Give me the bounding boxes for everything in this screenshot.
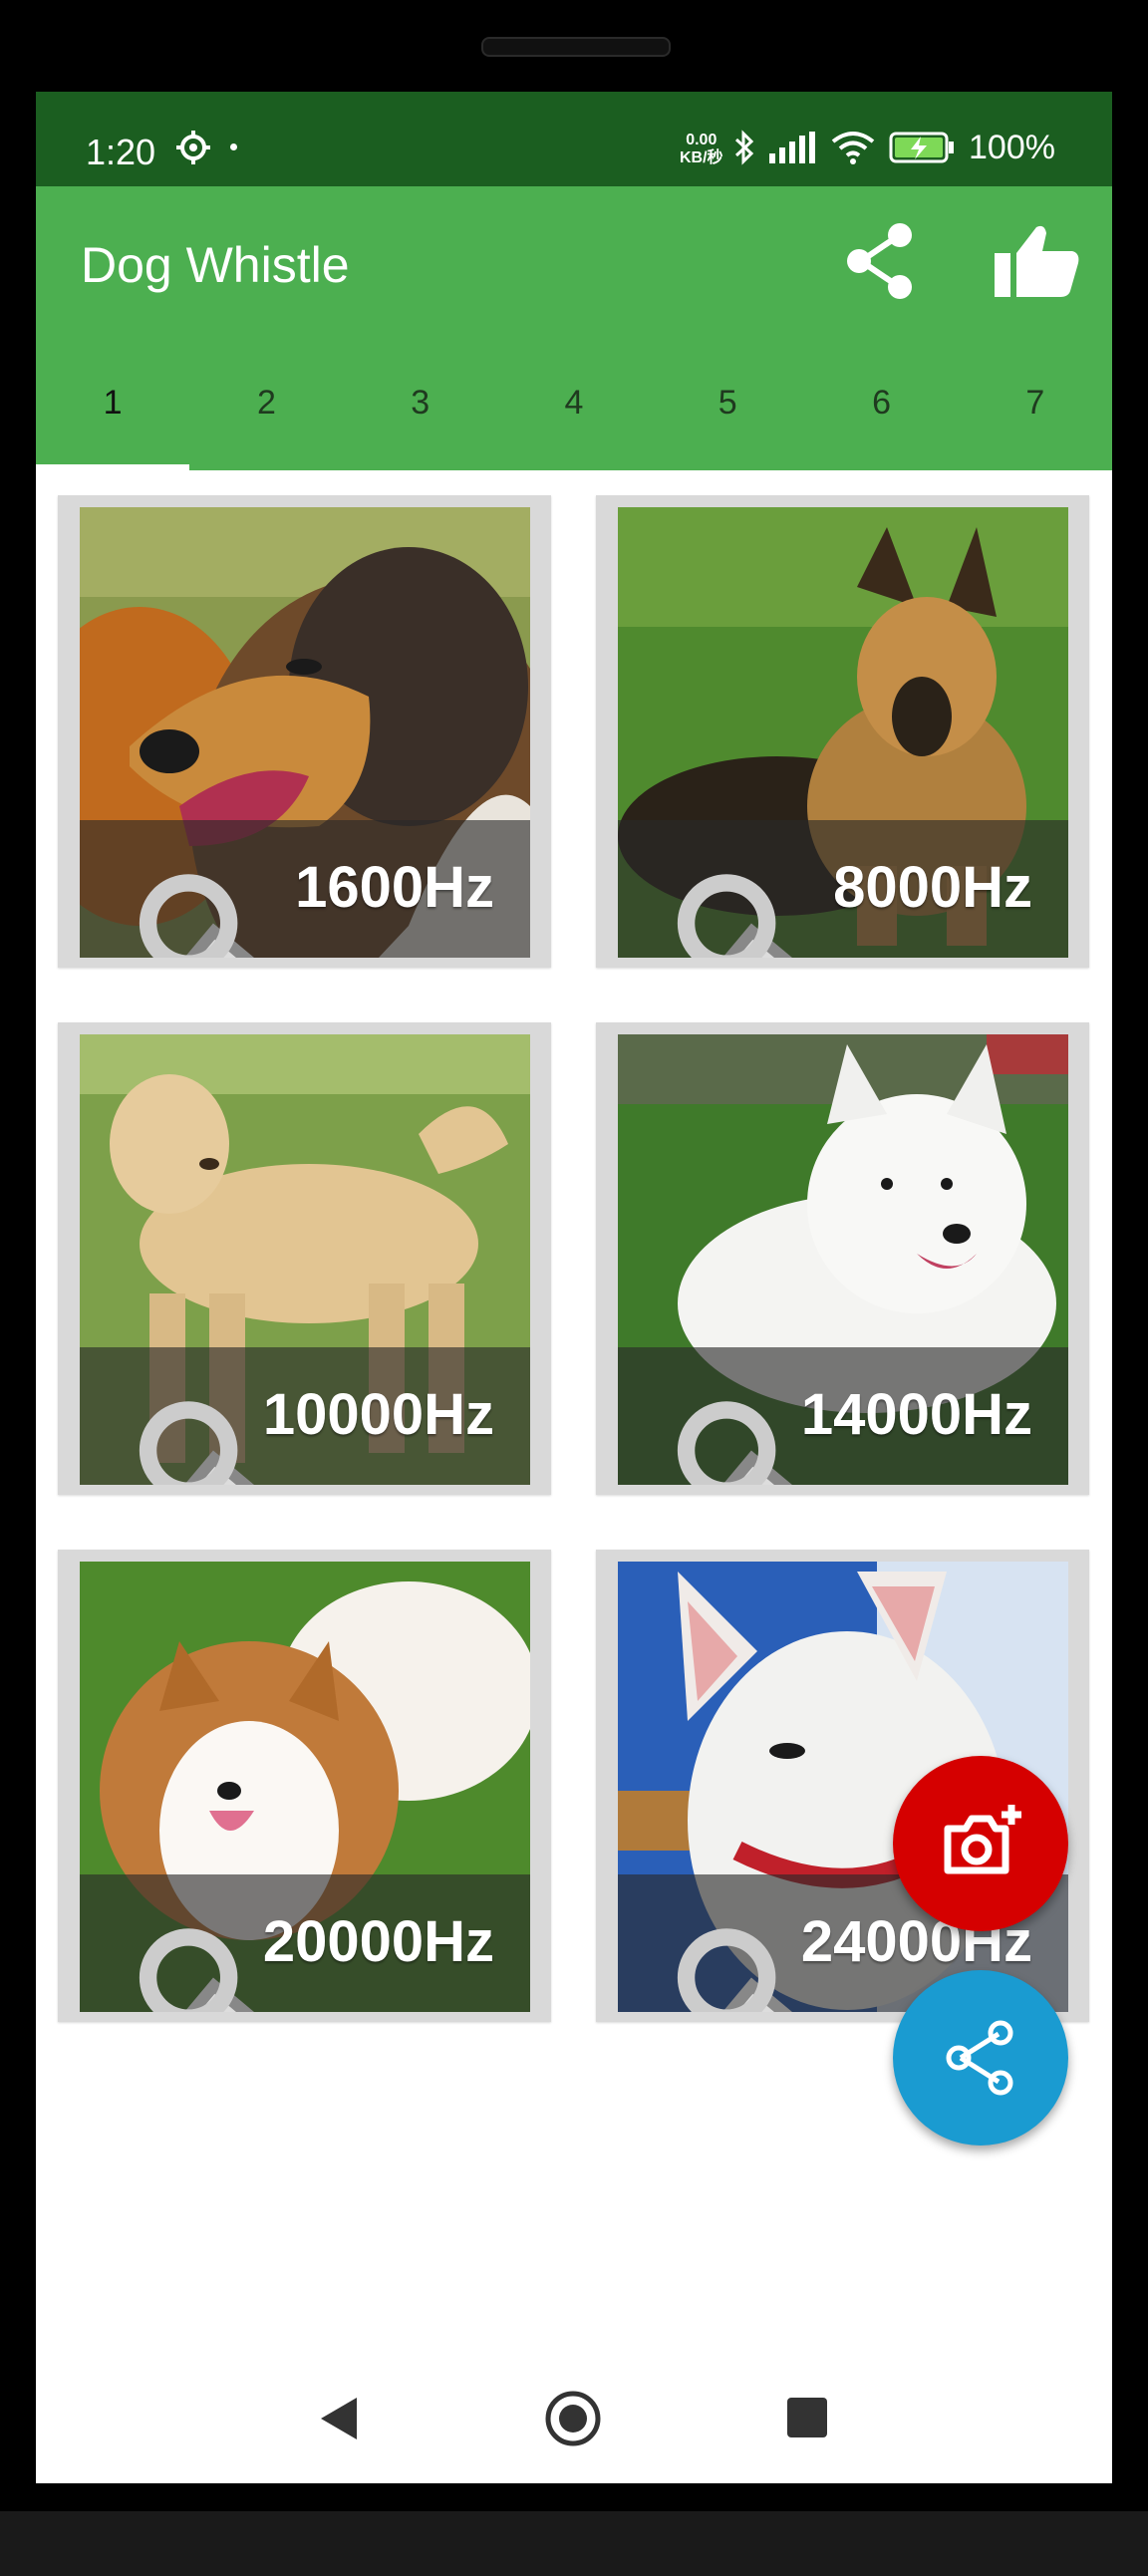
app-title: Dog Whistle	[81, 237, 350, 293]
signal-icon	[769, 132, 815, 163]
recent-apps-icon[interactable]	[787, 2398, 827, 2437]
home-icon[interactable]	[544, 2390, 602, 2447]
dog-photo-eskimo: 14000Hz	[618, 1034, 1068, 1485]
whistle-card-20000[interactable]: 20000Hz	[58, 1550, 551, 2022]
tab-7[interactable]: 7	[959, 336, 1112, 470]
tab-3[interactable]: 3	[344, 336, 497, 470]
dog-photo-german-shepherd: 8000Hz	[618, 507, 1068, 958]
bluetooth-icon	[734, 130, 754, 165]
card-caption: 10000Hz	[80, 1347, 530, 1485]
tab-5[interactable]: 5	[651, 336, 804, 470]
back-icon[interactable]	[317, 2394, 361, 2443]
status-icons: 100%	[733, 128, 1055, 167]
tab-6[interactable]: 6	[804, 336, 958, 470]
card-caption: 14000Hz	[618, 1347, 1068, 1485]
frequency-label: 14000Hz	[800, 1382, 1032, 1447]
tab-4[interactable]: 4	[497, 336, 651, 470]
network-speed-unit: KB/秒	[680, 149, 723, 166]
dog-photo-labrador: 10000Hz	[80, 1034, 530, 1485]
wifi-icon	[831, 132, 875, 164]
card-caption: 20000Hz	[80, 1874, 530, 2012]
settings-gear-icon	[176, 131, 210, 164]
card-caption: 8000Hz	[618, 820, 1068, 958]
share-icon	[946, 2020, 1013, 2096]
status-time: 1:20	[86, 132, 156, 172]
whistle-card-14000[interactable]: 14000Hz	[596, 1022, 1089, 1495]
add-photo-button[interactable]	[893, 1756, 1068, 1931]
share-icon[interactable]	[843, 221, 918, 301]
dog-photo-pomeranian: 20000Hz	[80, 1562, 530, 2012]
dog-photo-collie: 1600Hz	[80, 507, 530, 958]
phone-speaker	[481, 37, 671, 57]
tab-bar: 1 2 3 4 5 6 7	[36, 336, 1112, 470]
system-nav-bar	[36, 2374, 1112, 2483]
thumbs-up-icon[interactable]	[993, 221, 1082, 301]
tab-2[interactable]: 2	[189, 336, 343, 470]
frequency-label: 10000Hz	[262, 1382, 494, 1447]
add-photo-icon	[944, 1805, 1021, 1874]
whistle-card-1600[interactable]: 1600Hz	[58, 495, 551, 968]
card-caption: 1600Hz	[80, 820, 530, 958]
tab-1[interactable]: 1	[36, 336, 190, 470]
share-fab-button[interactable]	[893, 1970, 1068, 2146]
app-bar: Dog Whistle	[36, 186, 1112, 336]
network-speed: 0.00 KB/秒	[680, 132, 723, 167]
frequency-label: 8000Hz	[833, 855, 1032, 920]
whistle-card-8000[interactable]: 8000Hz	[596, 495, 1089, 968]
frequency-label: 1600Hz	[295, 855, 494, 920]
notification-dot-icon	[230, 143, 237, 150]
status-bar: 1:20 0.00 KB/秒 100%	[36, 92, 1112, 186]
whistle-card-10000[interactable]: 10000Hz	[58, 1022, 551, 1495]
frequency-label: 20000Hz	[262, 1909, 494, 1974]
battery-percent: 100%	[969, 128, 1055, 166]
phone-bezel-bottom	[0, 2511, 1148, 2576]
network-speed-value: 0.00	[686, 132, 718, 148]
phone-screen: 1:20 0.00 KB/秒 100% Dog Whistle 1 2 3 4 …	[36, 92, 1112, 2483]
battery-charging-icon	[889, 132, 954, 163]
